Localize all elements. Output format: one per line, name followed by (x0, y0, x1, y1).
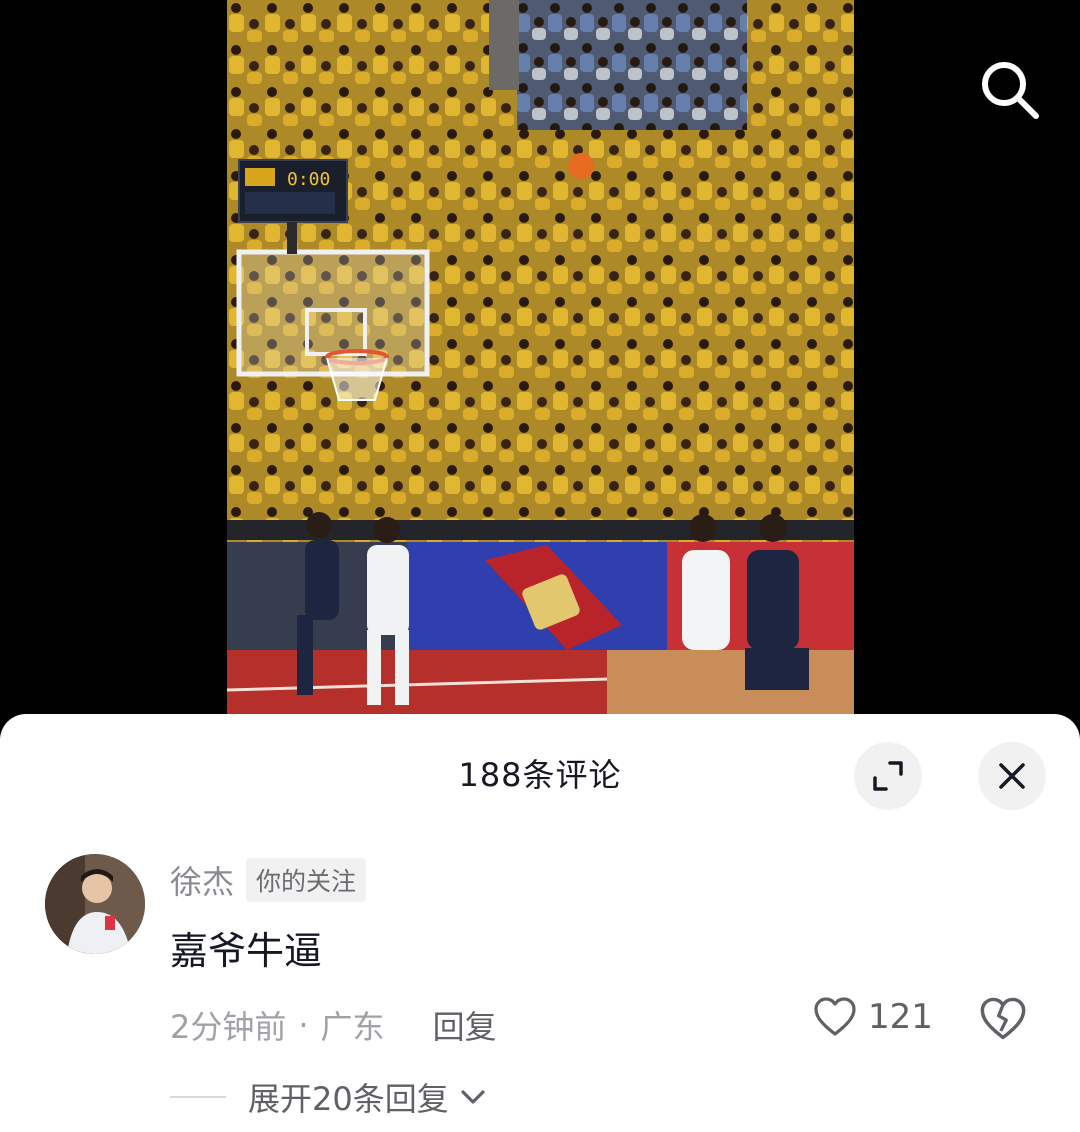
close-button[interactable] (978, 742, 1046, 810)
comment-meta: 2分钟前 · 广东 回复 (170, 1002, 497, 1048)
comment-text: 嘉爷牛逼 (170, 929, 323, 973)
heart-icon (814, 997, 856, 1036)
reply-button[interactable]: 回复 (433, 1002, 497, 1048)
reply-divider (170, 1096, 226, 1098)
video-player[interactable]: 0:00 (0, 0, 1080, 714)
comment-location: 广东 (320, 1008, 385, 1046)
avatar[interactable] (45, 854, 145, 954)
search-icon (982, 62, 1039, 119)
author-name[interactable]: 徐杰 (170, 857, 234, 903)
svg-text:0:00: 0:00 (287, 169, 330, 190)
following-badge: 你的关注 (246, 858, 367, 902)
expand-replies-button[interactable]: 展开20条回复 (170, 1074, 489, 1120)
comment-time: 2分钟前 (170, 1008, 287, 1046)
close-icon (999, 763, 1025, 789)
search-button[interactable] (978, 58, 1042, 122)
fullscreen-comments-button[interactable] (854, 742, 922, 810)
expand-replies-label: 展开20条回复 (248, 1080, 449, 1118)
broken-heart-icon (980, 997, 1026, 1040)
author-row: 徐杰 你的关注 (170, 857, 367, 903)
chevron-down-icon (461, 1090, 485, 1104)
like-button[interactable]: 121 (812, 994, 933, 1040)
video-frame[interactable]: 0:00 (227, 0, 854, 714)
comment-sheet: 188条评论 徐杰 你的关注 嘉爷牛逼 2分钟前 · 广东 回复 121 展开2… (0, 714, 1080, 1132)
expand-icon (873, 761, 903, 791)
video-thumbnail: 0:00 (227, 0, 854, 714)
basketball (568, 153, 594, 179)
meta-separator: · (298, 1006, 309, 1044)
comment-item[interactable]: 徐杰 你的关注 嘉爷牛逼 2分钟前 · 广东 回复 121 展开20条回复 (0, 852, 1080, 1132)
scoreboard: 0:00 (238, 159, 348, 223)
like-count: 121 (868, 997, 933, 1037)
dislike-button[interactable] (978, 994, 1028, 1044)
